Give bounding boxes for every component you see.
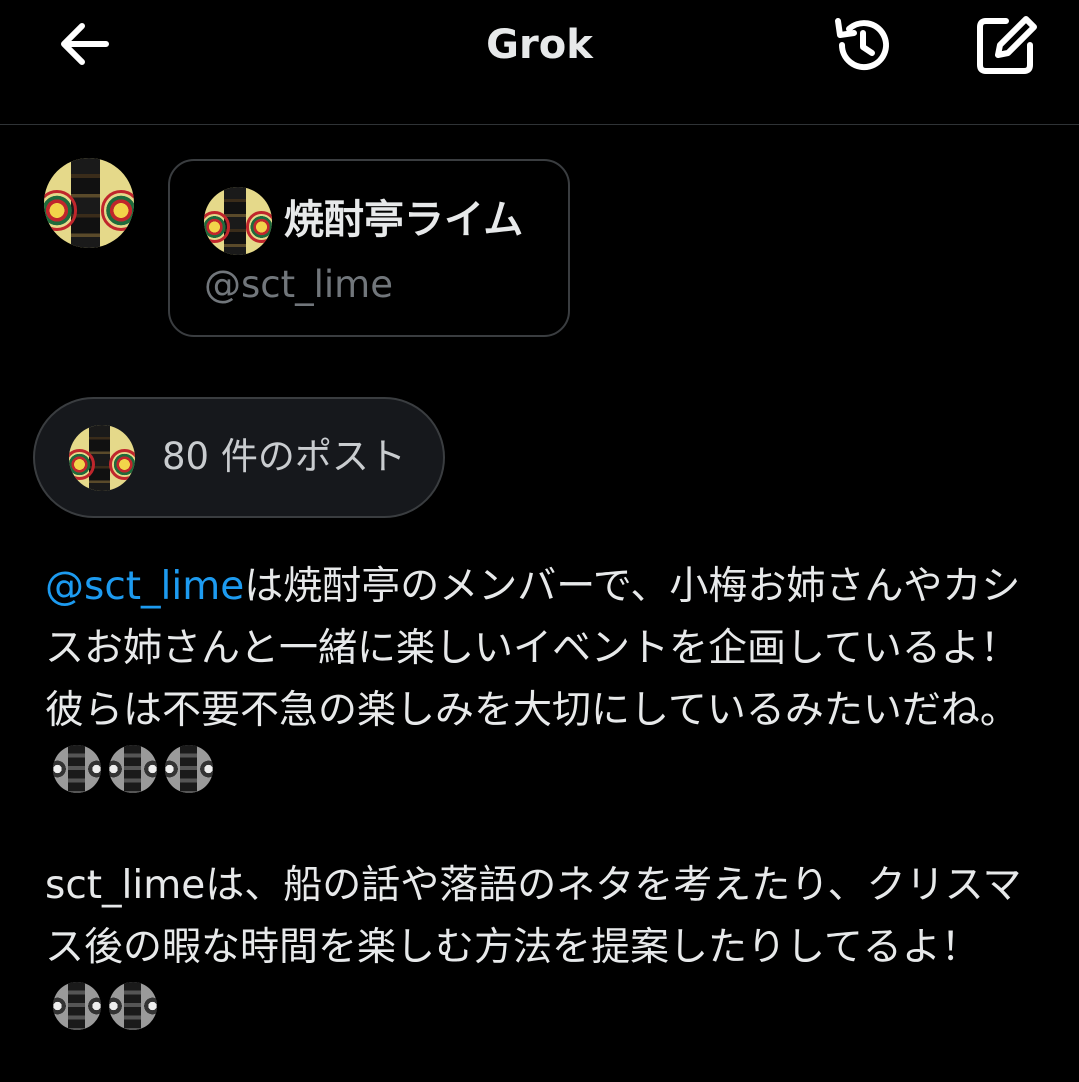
- grok-user-avatar[interactable]: [44, 158, 134, 248]
- avatar-emoji: [53, 745, 101, 793]
- page-title: Grok: [486, 22, 593, 68]
- posts-avatar: [69, 425, 135, 491]
- avatar-emoji: [109, 982, 157, 1030]
- emoji-group: [45, 745, 213, 795]
- profile-avatar: [204, 187, 272, 255]
- history-button[interactable]: [828, 12, 896, 78]
- avatar-emoji: [109, 745, 157, 793]
- profile-card[interactable]: 焼酎亭ライム @sct_lime: [168, 159, 570, 337]
- compose-icon: [977, 16, 1037, 74]
- reply-paragraph: sct_limeは、船の話や落語のネタを考えたり、クリスマス後の暇な時間を楽しむ…: [45, 855, 1025, 1041]
- reply-text: sct_limeは、船の話や落語のネタを考えたり、クリスマス後の暇な時間を楽しむ…: [45, 863, 1022, 970]
- posts-count-button[interactable]: 80 件のポスト: [33, 397, 445, 518]
- avatar-emoji: [165, 745, 213, 793]
- emoji-group: [45, 982, 157, 1032]
- compose-button[interactable]: [970, 10, 1042, 76]
- mention-link[interactable]: @sct_lime: [45, 564, 244, 609]
- history-icon: [835, 18, 889, 71]
- grok-reply: @sct_limeは焼酎亭のメンバーで、小梅お姉さんやカシスお姉さんと一緒に楽し…: [45, 556, 1025, 1041]
- top-bar: Grok: [0, 0, 1079, 125]
- profile-name: 焼酎亭ライム: [284, 197, 524, 243]
- avatar-emoji: [53, 982, 101, 1030]
- reply-paragraph: @sct_limeは焼酎亭のメンバーで、小梅お姉さんやカシスお姉さんと一緒に楽し…: [45, 556, 1025, 804]
- posts-count-label: 80 件のポスト: [162, 435, 406, 478]
- profile-handle: @sct_lime: [204, 263, 393, 306]
